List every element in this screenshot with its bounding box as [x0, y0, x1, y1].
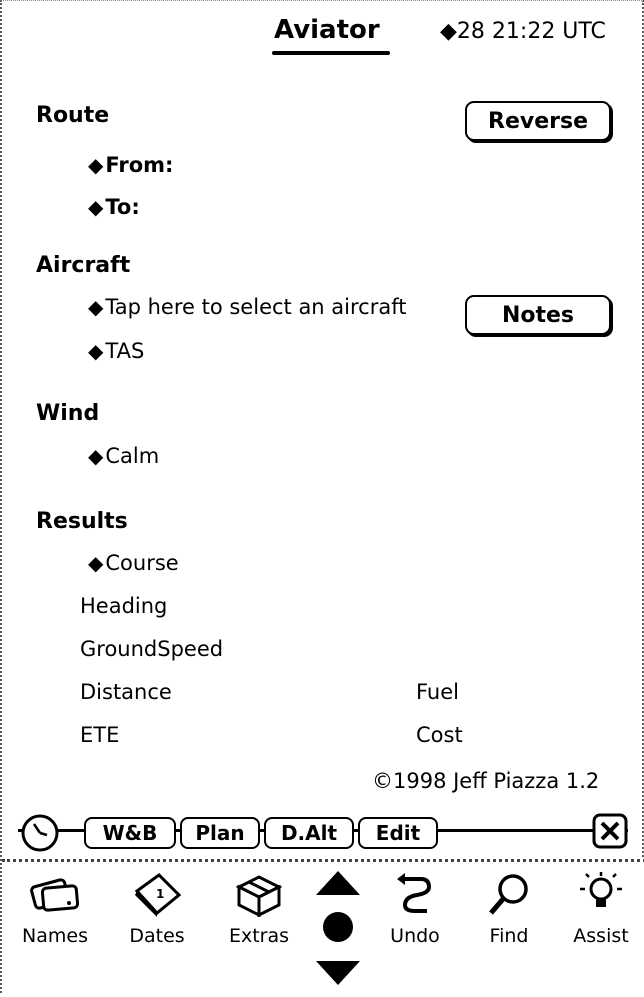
box-icon: [235, 875, 283, 918]
diamond-icon: ◆: [440, 19, 457, 44]
aircraft-select-label: Tap here to select an aircraft: [105, 295, 407, 319]
clock-icon[interactable]: [20, 813, 60, 853]
fuel-label: Fuel: [416, 680, 459, 704]
diamond-icon: ◆: [88, 295, 104, 319]
cost-label: Cost: [416, 723, 463, 747]
tab-edit[interactable]: Edit: [358, 817, 438, 849]
find-label: Find: [489, 925, 529, 947]
scroll-up-icon: [316, 871, 360, 895]
course-picker[interactable]: ◆Course: [88, 551, 179, 575]
diamond-icon: ◆: [88, 444, 104, 468]
undo-button[interactable]: Undo: [370, 871, 460, 947]
lightbulb-icon: [580, 872, 622, 907]
clock[interactable]: ◆28 21:22 UTC: [440, 19, 606, 44]
undo-icon: [397, 873, 432, 913]
reverse-button[interactable]: Reverse: [465, 101, 611, 141]
clock-text: 28 21:22 UTC: [456, 19, 606, 44]
groundspeed-label: GroundSpeed: [80, 637, 224, 661]
title-underline: [272, 51, 390, 55]
tab-wb[interactable]: W&B: [84, 817, 176, 849]
to-picker[interactable]: ◆To:: [88, 195, 140, 219]
notes-button[interactable]: Notes: [465, 295, 611, 335]
find-button[interactable]: Find: [464, 871, 554, 947]
tas-label: TAS: [105, 339, 145, 363]
course-label: Course: [105, 551, 179, 575]
magnifier-icon: [489, 874, 528, 915]
extras-label: Extras: [228, 925, 290, 947]
extras-button[interactable]: Extras: [214, 871, 304, 947]
diamond-icon: ◆: [88, 153, 104, 177]
results-heading: Results: [36, 509, 128, 534]
names-button[interactable]: Names: [10, 871, 100, 947]
app-title[interactable]: Aviator: [274, 15, 380, 45]
tab-plan[interactable]: Plan: [180, 817, 260, 849]
scroll-arrows[interactable]: [314, 865, 362, 991]
diamond-icon: ◆: [88, 339, 104, 363]
aircraft-picker[interactable]: ◆Tap here to select an aircraft: [88, 295, 406, 319]
wind-heading: Wind: [36, 401, 100, 426]
scroll-down-icon: [316, 961, 360, 985]
assist-button[interactable]: Assist: [556, 871, 644, 947]
tab-dalt[interactable]: D.Alt: [264, 817, 354, 849]
dates-button[interactable]: 1 Dates: [112, 871, 202, 947]
svg-text:1: 1: [156, 887, 164, 901]
distance-label: Distance: [80, 680, 172, 704]
cards-icon: [30, 878, 80, 912]
wind-value: Calm: [105, 444, 160, 468]
from-label: From:: [105, 153, 174, 177]
wind-picker[interactable]: ◆Calm: [88, 444, 159, 468]
diamond-icon: ◆: [88, 195, 104, 219]
diamond-icon: ◆: [88, 551, 104, 575]
aircraft-heading: Aircraft: [36, 253, 131, 278]
from-picker[interactable]: ◆From:: [88, 153, 173, 177]
tas-picker[interactable]: ◆TAS: [88, 339, 144, 363]
names-label: Names: [22, 925, 88, 947]
close-icon[interactable]: [592, 813, 628, 849]
copyright: ©1998 Jeff Piazza 1.2: [372, 769, 600, 793]
assist-label: Assist: [573, 925, 629, 947]
ete-label: ETE: [80, 723, 120, 747]
dates-label: Dates: [129, 925, 185, 947]
heading-label: Heading: [80, 594, 168, 618]
calendar-icon: 1: [134, 873, 182, 917]
to-label: To:: [105, 195, 140, 219]
newton-screen: Aviator ◆28 21:22 UTC Route Reverse ◆Fro…: [0, 0, 644, 997]
overview-dot-icon: [323, 912, 353, 942]
route-heading: Route: [36, 103, 110, 128]
undo-label: Undo: [390, 925, 440, 947]
